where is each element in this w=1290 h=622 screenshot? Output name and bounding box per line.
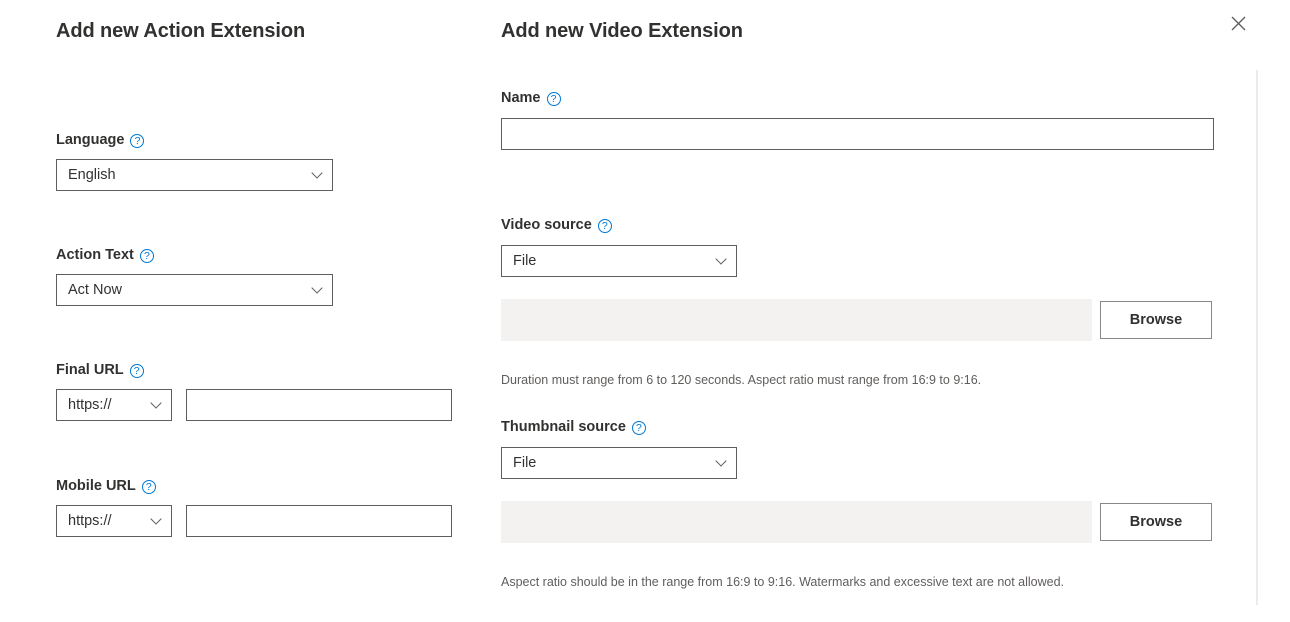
language-dropdown-value: English [68,167,116,183]
video-source-dropdown-value: File [513,253,536,269]
language-label: Language ? [56,131,333,149]
video-extension-panel: Add new Video Extension Name ? Video sou… [490,0,1290,622]
help-circle-icon[interactable]: ? [142,480,156,494]
thumbnail-source-helper-text: Aspect ratio should be in the range from… [501,574,1064,590]
chevron-down-icon [151,398,162,409]
thumbnail-browse-button[interactable]: Browse [1100,503,1212,541]
help-circle-icon[interactable]: ? [140,249,154,263]
language-dropdown[interactable]: English [56,159,333,191]
video-source-dropdown[interactable]: File [501,245,737,277]
thumbnail-source-label: Thumbnail source ? [501,418,1212,436]
action-text-dropdown-value: Act Now [68,282,122,298]
final-url-field: Final URL ? https:// [56,361,452,421]
close-button[interactable] [1224,9,1252,37]
video-source-field: Video source ? File Browse Duration must… [501,216,1212,341]
video-extension-title: Add new Video Extension [501,20,743,43]
action-text-dropdown[interactable]: Act Now [56,274,333,306]
name-label-text: Name [501,89,541,107]
chevron-down-icon [716,254,727,265]
close-icon [1231,16,1246,31]
thumbnail-source-dropdown-value: File [513,455,536,471]
mobile-url-protocol-value: https:// [68,513,112,529]
chevron-down-icon [312,168,323,179]
mobile-url-protocol-dropdown[interactable]: https:// [56,505,172,537]
mobile-url-input[interactable] [186,505,452,537]
thumbnail-file-row: Browse [501,501,1212,543]
final-url-row: https:// [56,389,452,421]
action-extension-title: Add new Action Extension [56,20,305,43]
video-source-helper-text: Duration must range from 6 to 120 second… [501,372,981,388]
video-file-row: Browse [501,299,1212,341]
language-label-text: Language [56,131,124,149]
video-browse-button[interactable]: Browse [1100,301,1212,339]
help-circle-icon[interactable]: ? [632,421,646,435]
thumbnail-file-path-input[interactable] [501,501,1092,543]
help-circle-icon[interactable]: ? [547,92,561,106]
panel-divider [1256,70,1258,605]
mobile-url-label: Mobile URL ? [56,477,452,495]
final-url-protocol-value: https:// [68,397,112,413]
chevron-down-icon [716,456,727,467]
mobile-url-row: https:// [56,505,452,537]
mobile-url-field: Mobile URL ? https:// [56,477,452,537]
final-url-label: Final URL ? [56,361,452,379]
chevron-down-icon [312,283,323,294]
final-url-input[interactable] [186,389,452,421]
help-circle-icon[interactable]: ? [130,134,144,148]
final-url-protocol-dropdown[interactable]: https:// [56,389,172,421]
chevron-down-icon [151,514,162,525]
thumbnail-source-dropdown[interactable]: File [501,447,737,479]
final-url-label-text: Final URL [56,361,124,379]
action-text-label-text: Action Text [56,246,134,264]
video-source-label: Video source ? [501,216,1212,234]
help-circle-icon[interactable]: ? [130,364,144,378]
name-input[interactable] [501,118,1214,150]
mobile-url-label-text: Mobile URL [56,477,136,495]
video-source-label-text: Video source [501,216,592,234]
help-circle-icon[interactable]: ? [598,219,612,233]
action-extension-panel: Add new Action Extension Language ? Engl… [0,0,490,622]
name-label: Name ? [501,89,1214,107]
name-field: Name ? [501,89,1214,150]
thumbnail-source-field: Thumbnail source ? File Browse Aspect ra… [501,418,1212,543]
video-file-path-input[interactable] [501,299,1092,341]
thumbnail-source-label-text: Thumbnail source [501,418,626,436]
action-text-label: Action Text ? [56,246,333,264]
language-field: Language ? English [56,131,333,191]
action-text-field: Action Text ? Act Now [56,246,333,306]
